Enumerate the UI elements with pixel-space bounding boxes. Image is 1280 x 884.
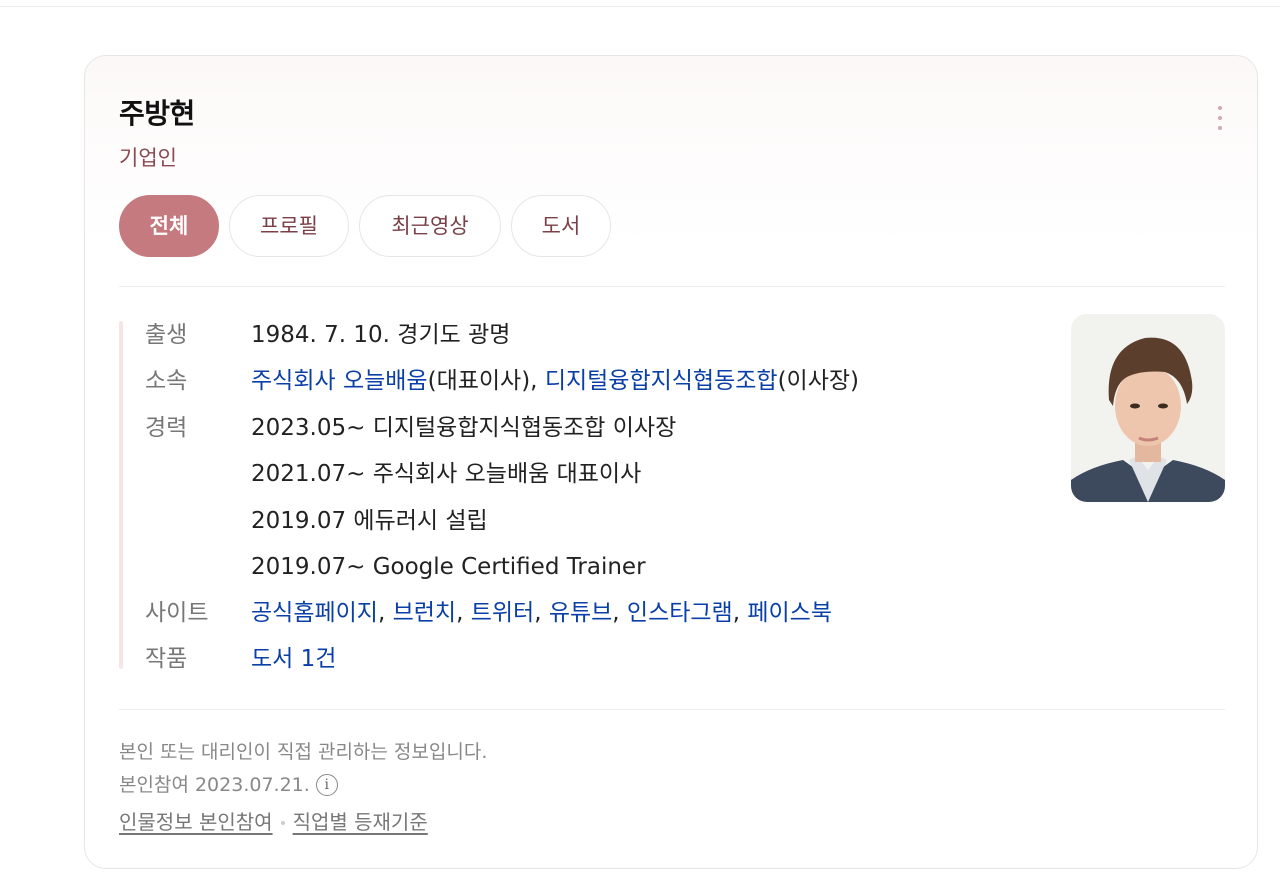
person-info-card: 주방현 기업인 전체 프로필 최근영상 도서 출생 1984. 7. 10. 경… [84,55,1258,869]
participation-date-row: 본인참여 2023.07.21. i [119,771,338,799]
person-name: 주방현 [119,97,195,130]
site-separator: , [456,600,471,626]
birth-label: 출생 [145,322,188,348]
top-border [0,6,1280,7]
more-options-button[interactable] [1207,104,1233,132]
affiliation-link-cooperative[interactable]: 디지털융합지식협동조합 [545,368,778,394]
career-item: 2019.07~ Google Certified Trainer [251,554,646,580]
career-item: 2021.07~ 주식회사 오늘배움 대표이사 [251,461,642,487]
site-link-homepage[interactable]: 공식홈페이지 [251,600,378,626]
self-participation-link[interactable]: 인물정보 본인참여 [119,810,273,834]
affiliation-link-company[interactable]: 주식회사 오늘배움 [251,368,428,394]
more-dot-icon [1218,116,1222,120]
site-link-brunch[interactable]: 브런치 [393,600,456,626]
career-item: 2019.07 에듀러시 설립 [251,508,488,534]
info-accent-bar [119,321,123,669]
sites-label: 사이트 [145,600,209,626]
person-portrait-image [1071,314,1225,502]
site-separator: , [732,600,748,626]
affiliation-label: 소속 [145,368,188,394]
works-value: 도서 1건 [251,639,336,679]
more-dot-icon [1218,126,1222,130]
birth-value: 1984. 7. 10. 경기도 광명 [251,322,511,348]
works-link-books[interactable]: 도서 1건 [251,646,336,672]
info-icon[interactable]: i [315,774,338,796]
divider-bottom [119,709,1225,710]
participation-date: 본인참여 2023.07.21. [119,774,310,796]
person-occupation: 기업인 [119,146,177,170]
tab-recent-videos[interactable]: 최근영상 [359,195,501,257]
career-label: 경력 [145,415,188,441]
more-dot-icon [1218,106,1222,110]
career-item: 2023.05~ 디지털융합지식협동조합 이사장 [251,415,677,441]
managed-info-note: 본인 또는 대리인이 직접 관리하는 정보입니다. [119,741,488,763]
site-link-youtube[interactable]: 유튜브 [549,600,612,626]
tab-profile[interactable]: 프로필 [229,195,349,257]
affiliation-role-1: (대표이사), [427,368,545,394]
works-label: 작품 [145,646,188,672]
sites-value: 공식홈페이지, 브런치, 트위터, 유튜브, 인스타그램, 페이스북 [251,593,832,633]
footer-links: 인물정보 본인참여 직업별 등재기준 [119,806,428,835]
tab-books[interactable]: 도서 [511,195,611,257]
site-link-twitter[interactable]: 트위터 [471,600,534,626]
divider-top [119,286,1225,287]
site-separator: , [612,600,627,626]
site-separator: , [534,600,549,626]
tab-all[interactable]: 전체 [119,195,219,257]
link-separator [280,821,285,825]
site-separator: , [377,600,393,626]
listing-criteria-link[interactable]: 직업별 등재기준 [293,810,428,834]
affiliation-value: 주식회사 오늘배움(대표이사), 디지털융합지식협동조합(이사장) [251,361,859,401]
site-link-facebook[interactable]: 페이스북 [747,600,832,626]
profile-photo[interactable] [1071,314,1225,502]
site-link-instagram[interactable]: 인스타그램 [627,600,733,626]
affiliation-role-2: (이사장) [777,368,860,394]
